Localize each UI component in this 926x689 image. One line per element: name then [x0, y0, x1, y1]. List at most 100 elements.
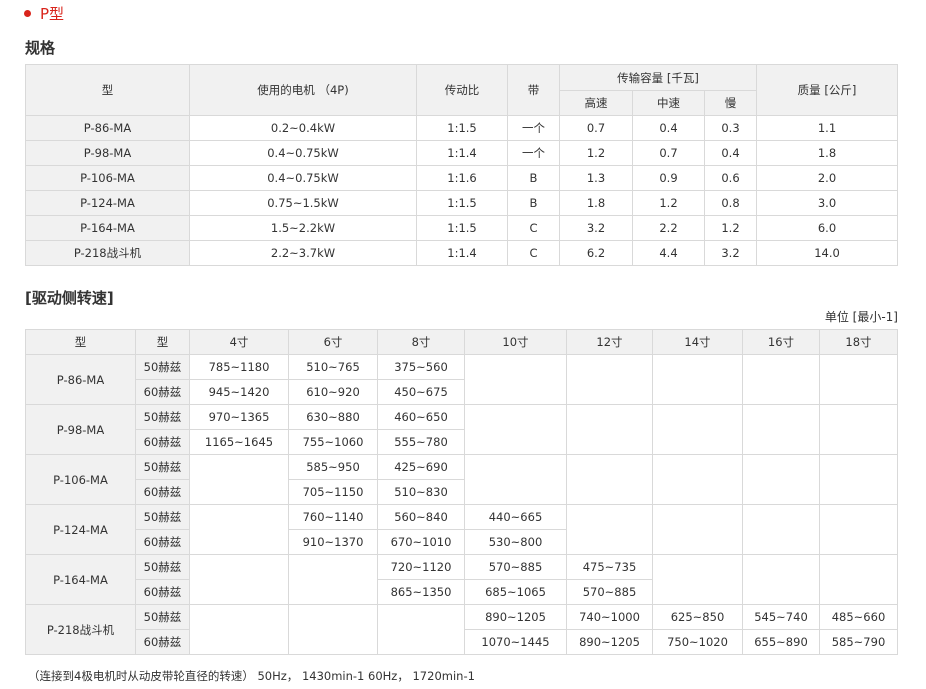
speed-empty-cell	[189, 504, 289, 555]
spec-header-model: 型	[25, 64, 190, 116]
speed-header-9: 18寸	[819, 329, 898, 355]
speed-value-cell: 440~665	[464, 504, 567, 530]
speed-model-cell: P-106-MA	[25, 454, 136, 505]
spec-cell-mass: 3.0	[756, 190, 898, 216]
speed-value-cell: 475~735	[566, 554, 653, 580]
speed-row: P-218战斗机 50赫兹 890~1205 740~1000 625~850 545~7…	[25, 604, 898, 655]
spec-header-motor: 使用的电机 （4P)	[189, 64, 417, 116]
spec-cell-belt: B	[507, 190, 560, 216]
spec-cell-high: 1.8	[559, 190, 633, 216]
spec-cell-high: 1.2	[559, 140, 633, 166]
speed-empty-cell	[742, 554, 820, 605]
speed-value-cell: 625~850	[652, 604, 743, 630]
speed-empty-cell	[377, 604, 465, 655]
speed-header-4: 8寸	[377, 329, 465, 355]
speed-empty-cell	[652, 404, 743, 455]
spec-cell-belt: C	[507, 215, 560, 241]
speed-value-cell: 865~1350	[377, 579, 465, 605]
spec-cell-belt: 一个	[507, 140, 560, 166]
speed-header-8: 16寸	[742, 329, 820, 355]
speed-row: P-86-MA 50赫兹 785~1180 510~765 375~560	[25, 354, 898, 405]
speed-freq-cell: 60赫兹	[135, 629, 190, 655]
spec-cell-high: 0.7	[559, 115, 633, 141]
spec-cell-low: 1.2	[704, 215, 757, 241]
speed-value-cell: 705~1150	[288, 479, 378, 505]
speed-value-cell: 630~880	[288, 404, 378, 430]
speed-value-cell: 530~800	[464, 529, 567, 555]
spec-header-capacity: 传输容量 [千瓦]	[559, 64, 757, 91]
spec-cell-model: P-218战斗机	[25, 240, 190, 266]
speed-empty-cell	[819, 454, 898, 505]
spec-cell-motor: 0.2~0.4kW	[189, 115, 417, 141]
spec-section-title: 规格	[25, 39, 56, 57]
spec-cell-high: 6.2	[559, 240, 633, 266]
spec-header-mid: 中速	[632, 90, 705, 116]
spec-row: P-86-MA 0.2~0.4kW 1:1.5 一个 0.7 0.4 0.3 1.1	[25, 115, 898, 141]
spec-cell-low: 0.8	[704, 190, 757, 216]
speed-model-cell: P-164-MA	[25, 554, 136, 605]
spec-cell-mass: 2.0	[756, 165, 898, 191]
speed-empty-cell	[819, 404, 898, 455]
speed-empty-cell	[566, 454, 653, 505]
spec-header-high: 高速	[559, 90, 633, 116]
speed-freq-cell: 60赫兹	[135, 579, 190, 605]
spec-cell-low: 0.4	[704, 140, 757, 166]
spec-cell-mid: 0.4	[632, 115, 705, 141]
speed-empty-cell	[189, 604, 289, 655]
spec-row: P-98-MA 0.4~0.75kW 1:1.4 一个 1.2 0.7 0.4 1.8	[25, 140, 898, 166]
speed-value-cell: 570~885	[566, 579, 653, 605]
spec-cell-motor: 0.75~1.5kW	[189, 190, 417, 216]
speed-value-cell: 685~1065	[464, 579, 567, 605]
speed-row: P-98-MA 50赫兹 970~1365 630~880 460~650	[25, 404, 898, 455]
speed-freq-cell: 50赫兹	[135, 504, 190, 530]
speed-value-cell: 560~840	[377, 504, 465, 530]
product-type-label: P型	[40, 4, 65, 23]
spec-cell-ratio: 1:1.4	[416, 140, 508, 166]
spec-cell-motor: 0.4~0.75kW	[189, 165, 417, 191]
speed-value-cell: 460~650	[377, 404, 465, 430]
speed-value-cell: 750~1020	[652, 629, 743, 655]
speed-row: P-106-MA 50赫兹 585~950 425~690	[25, 454, 898, 505]
spec-cell-high: 3.2	[559, 215, 633, 241]
speed-header-3: 6寸	[288, 329, 378, 355]
speed-table: 型型 4寸 6寸 8寸 10寸 12寸 14寸 16寸 18寸 P-86-MA 50赫兹 785~1…	[25, 329, 898, 655]
spec-cell-ratio: 1:1.6	[416, 165, 508, 191]
product-type-heading: P型	[24, 2, 64, 24]
spec-cell-belt: C	[507, 240, 560, 266]
speed-empty-cell	[742, 504, 820, 555]
spec-cell-ratio: 1:1.5	[416, 190, 508, 216]
speed-empty-cell	[189, 554, 289, 605]
spec-table: 型 使用的电机 （4P) 传动比 带 传输容量 [千瓦] 质量 [公斤] 高速 …	[25, 64, 898, 266]
spec-cell-high: 1.3	[559, 165, 633, 191]
speed-value-cell: 755~1060	[288, 429, 378, 455]
speed-empty-cell	[288, 554, 378, 605]
spec-cell-mid: 0.9	[632, 165, 705, 191]
speed-freq-cell: 50赫兹	[135, 604, 190, 630]
speed-empty-cell	[652, 554, 743, 605]
speed-value-cell: 945~1420	[189, 379, 289, 405]
speed-empty-cell	[288, 604, 378, 655]
speed-value-cell: 585~790	[819, 629, 898, 655]
speed-header-7: 14寸	[652, 329, 743, 355]
speed-row: P-164-MA 50赫兹 720~1120 570~885 475~735	[25, 554, 898, 605]
spec-header-ratio: 传动比	[416, 64, 508, 116]
speed-empty-cell	[819, 354, 898, 405]
speed-empty-cell	[652, 454, 743, 505]
spec-row: P-124-MA 0.75~1.5kW 1:1.5 B 1.8 1.2 0.8 3.0	[25, 190, 898, 216]
spec-header-mass: 质量 [公斤]	[756, 64, 898, 116]
speed-model-cell: P-124-MA	[25, 504, 136, 555]
speed-value-cell: 890~1205	[566, 629, 653, 655]
spec-cell-ratio: 1:1.5	[416, 215, 508, 241]
speed-value-cell: 1165~1645	[189, 429, 289, 455]
spec-cell-motor: 1.5~2.2kW	[189, 215, 417, 241]
speed-value-cell: 720~1120	[377, 554, 465, 580]
spec-cell-model: P-98-MA	[25, 140, 190, 166]
speed-freq-cell: 50赫兹	[135, 404, 190, 430]
spec-cell-low: 0.6	[704, 165, 757, 191]
speed-value-cell: 375~560	[377, 354, 465, 380]
speed-value-cell: 510~765	[288, 354, 378, 380]
speed-freq-cell: 60赫兹	[135, 529, 190, 555]
speed-value-cell: 760~1140	[288, 504, 378, 530]
speed-value-cell: 450~675	[377, 379, 465, 405]
speed-empty-cell	[652, 504, 743, 555]
